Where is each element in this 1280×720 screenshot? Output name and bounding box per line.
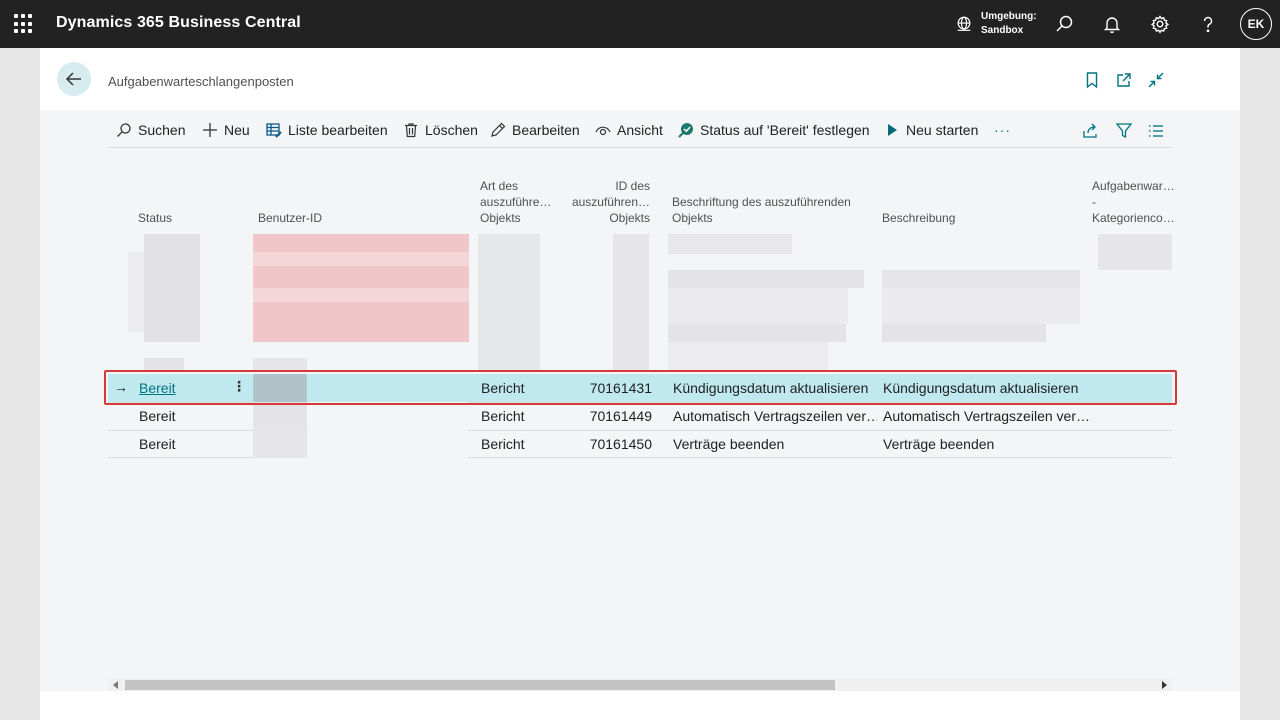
scroll-right-icon[interactable] [1162, 681, 1167, 689]
search-icon [117, 123, 131, 137]
column-header-object-type[interactable]: Art des auszuführe… Objekts [480, 178, 551, 226]
delete-label: Löschen [425, 122, 478, 138]
row-object-caption: Automatisch Vertragszeilen ver… [673, 408, 877, 424]
play-icon [888, 124, 897, 136]
row-status[interactable]: Bereit [139, 436, 176, 452]
column-header-status[interactable]: Status [138, 210, 172, 226]
list-view-icon[interactable] [1147, 122, 1165, 140]
restart-label: Neu starten [906, 122, 979, 138]
edit-list-label: Liste bearbeiten [288, 122, 388, 138]
restart-button[interactable]: Neu starten [884, 120, 978, 140]
bell-icon[interactable] [1100, 12, 1124, 36]
new-label: Neu [224, 122, 250, 138]
row-divider [108, 430, 253, 431]
page-header: Aufgabenwarteschlangenposten [40, 48, 1240, 110]
user-avatar[interactable]: EK [1240, 8, 1272, 40]
edit-list-icon [266, 123, 282, 138]
delete-button[interactable]: Löschen [403, 120, 478, 140]
open-new-window-icon[interactable] [1115, 71, 1133, 89]
eye-icon [595, 126, 611, 136]
page-footer [40, 691, 1240, 720]
row-object-caption: Verträge beenden [673, 436, 785, 452]
bookmark-icon[interactable] [1083, 71, 1101, 89]
share-icon[interactable] [1082, 122, 1100, 140]
row-status[interactable]: Bereit [139, 408, 176, 424]
scrollbar-thumb[interactable] [125, 680, 835, 690]
more-actions-button[interactable]: ··· [994, 120, 1011, 140]
row-object-id: 70161449 [589, 408, 652, 424]
row-object-type: Bericht [481, 436, 525, 452]
table-row[interactable]: Bereit Bericht 70161449 Automatisch Vert… [108, 402, 1172, 430]
row-object-type: Bericht [481, 408, 525, 424]
gear-icon[interactable] [1148, 12, 1172, 36]
set-ready-button[interactable]: Status auf 'Bereit' festlegen [678, 120, 870, 140]
set-ready-label: Status auf 'Bereit' festlegen [700, 122, 870, 138]
row-object-id: 70161450 [589, 436, 652, 452]
column-header-category[interactable]: Aufgabenwar… - Kategorienco… [1092, 178, 1174, 226]
search-button[interactable]: Suchen [116, 120, 185, 140]
status-ready-icon [678, 123, 693, 138]
redacted-user-id [253, 430, 307, 458]
search-icon[interactable] [1052, 12, 1076, 36]
row-description: Verträge beenden [883, 436, 995, 452]
pencil-icon [491, 122, 506, 137]
plus-icon [203, 123, 217, 137]
help-icon[interactable] [1196, 12, 1220, 36]
environment-label: Umgebung: [981, 11, 1037, 22]
edit-label: Bearbeiten [512, 122, 580, 138]
row-divider [108, 457, 253, 458]
scroll-left-icon[interactable] [113, 681, 118, 689]
edit-list-button[interactable]: Liste bearbeiten [266, 120, 388, 140]
collapse-icon[interactable] [1147, 71, 1165, 89]
table-row[interactable]: Bereit Bericht 70161450 Verträge beenden… [108, 430, 1172, 458]
horizontal-scrollbar[interactable] [108, 678, 1172, 692]
action-bar: Suchen Neu Liste bearbeiten Löschen Bear… [108, 112, 1172, 148]
column-header-object-id[interactable]: ID des auszuführen… Objekts [570, 178, 650, 226]
row-description: Automatisch Vertragszeilen ver… [883, 408, 1090, 424]
column-header-description[interactable]: Beschreibung [882, 210, 955, 226]
view-label: Ansicht [617, 122, 663, 138]
filter-icon[interactable] [1115, 122, 1133, 140]
top-bar: Dynamics 365 Business Central Umgebung: … [0, 0, 1280, 48]
new-button[interactable]: Neu [202, 120, 250, 140]
selected-row-highlight [104, 370, 1177, 405]
trash-icon [405, 123, 417, 138]
page-panel: Aufgabenwarteschlangenposten Suchen Neu … [40, 48, 1240, 720]
environment-value: Sandbox [981, 25, 1024, 36]
edit-button[interactable]: Bearbeiten [490, 120, 580, 140]
column-header-object-caption[interactable]: Beschriftung des auszuführenden Objekts [672, 194, 851, 226]
view-button[interactable]: Ansicht [595, 120, 663, 140]
search-label: Suchen [138, 122, 186, 138]
globe-icon [957, 16, 971, 31]
app-title[interactable]: Dynamics 365 Business Central [56, 14, 301, 32]
redacted-user-id [253, 402, 307, 430]
page-title: Aufgabenwarteschlangenposten [108, 74, 294, 89]
row-divider [468, 457, 1172, 458]
back-button[interactable] [57, 62, 91, 96]
row-divider [468, 430, 1172, 431]
environment-indicator[interactable]: Umgebung: Sandbox [955, 10, 1037, 38]
app-launcher-icon[interactable] [14, 14, 34, 34]
arrow-left-icon [65, 72, 81, 86]
column-header-user-id[interactable]: Benutzer-ID [258, 210, 322, 226]
redacted-rows [108, 232, 1172, 372]
